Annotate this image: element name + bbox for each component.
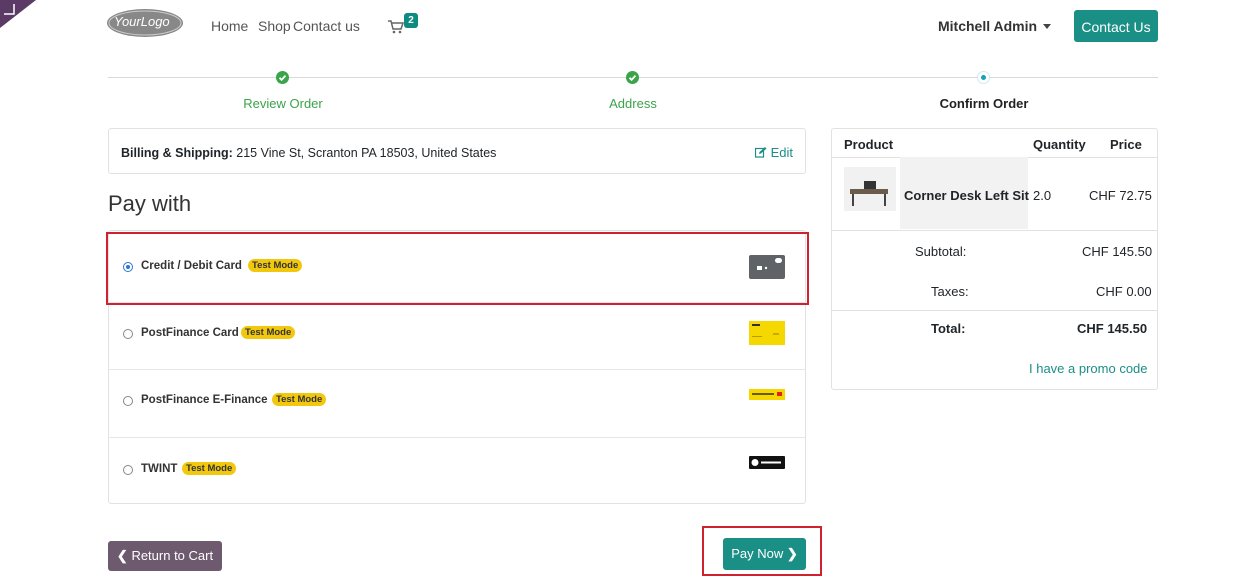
return-to-cart-button[interactable]: ❮ Return to Cart <box>108 541 222 571</box>
subtotal-value: CHF 145.50 <box>1082 244 1153 259</box>
return-label: Return to Cart <box>131 548 214 563</box>
nav-shop[interactable]: Shop <box>258 18 291 34</box>
step-address-check-icon <box>626 71 639 84</box>
test-mode-badge: Test Mode <box>272 393 327 406</box>
total-label: Total: <box>931 321 966 336</box>
logo[interactable]: YourLogo <box>106 8 184 38</box>
cart-icon[interactable] <box>388 20 404 34</box>
payment-name-postfinance-card: PostFinance Card <box>141 327 239 339</box>
test-mode-badge: Test Mode <box>241 326 296 339</box>
edit-billing-link[interactable]: Edit <box>754 145 794 160</box>
chevron-down-icon[interactable] <box>1043 24 1051 29</box>
product-thumbnail[interactable] <box>844 167 896 211</box>
col-product: Product <box>844 137 894 152</box>
cart-count-badge: 2 <box>404 13 418 28</box>
corner-fold-icon <box>0 0 36 28</box>
step-confirm-order: Confirm Order <box>939 96 1029 111</box>
step-review-check-icon <box>276 71 289 84</box>
highlight-credit-card <box>106 232 809 305</box>
contact-us-button[interactable]: Contact Us <box>1074 10 1158 42</box>
summary-divider <box>832 310 1157 311</box>
user-menu[interactable]: Mitchell Admin <box>938 18 1037 34</box>
chevron-left-icon: ❮ <box>116 548 128 563</box>
payment-name-postfinance-efinance: PostFinance E-Finance <box>141 394 268 406</box>
step-address[interactable]: Address <box>563 96 703 111</box>
product-price: CHF 72.75 <box>1089 188 1152 203</box>
pay-with-heading: Pay with <box>108 191 192 216</box>
taxes-value: CHF 0.00 <box>1096 284 1152 299</box>
nav-home[interactable]: Home <box>211 18 248 34</box>
edit-label: Edit <box>770 145 794 160</box>
billing-address: Billing & Shipping: 215 Vine St, Scranto… <box>121 146 496 160</box>
product-quantity: 2.0 <box>1033 188 1052 203</box>
radio-postfinance-efinance[interactable] <box>123 396 133 406</box>
total-value: CHF 145.50 <box>1077 321 1148 336</box>
edit-icon <box>754 147 767 158</box>
taxes-label: Taxes: <box>931 284 969 299</box>
twint-logo-icon <box>749 456 785 469</box>
summary-divider <box>832 230 1157 231</box>
highlight-pay-now <box>702 526 822 576</box>
billing-label: Billing & Shipping: <box>121 146 233 160</box>
nav-contact-us[interactable]: Contact us <box>293 18 360 34</box>
radio-twint[interactable] <box>123 465 133 475</box>
postfinance-logo-icon <box>749 389 785 400</box>
billing-address-value: 215 Vine St, Scranton PA 18503, United S… <box>236 146 497 160</box>
postfinance-card-icon <box>749 321 785 345</box>
subtotal-label: Subtotal: <box>915 244 967 259</box>
step-review-order[interactable]: Review Order <box>213 96 353 111</box>
col-price: Price <box>1110 137 1142 152</box>
logo-text: YourLogo <box>114 14 170 29</box>
product-name[interactable]: Corner Desk Left Sit <box>904 188 1029 203</box>
step-confirm-current-icon <box>977 71 990 84</box>
test-mode-badge: Test Mode <box>182 462 237 475</box>
radio-postfinance-card[interactable] <box>123 329 133 339</box>
col-quantity: Quantity <box>1033 137 1086 152</box>
payment-name-twint: TWINT <box>141 463 178 475</box>
promo-code-link[interactable]: I have a promo code <box>1029 361 1148 376</box>
